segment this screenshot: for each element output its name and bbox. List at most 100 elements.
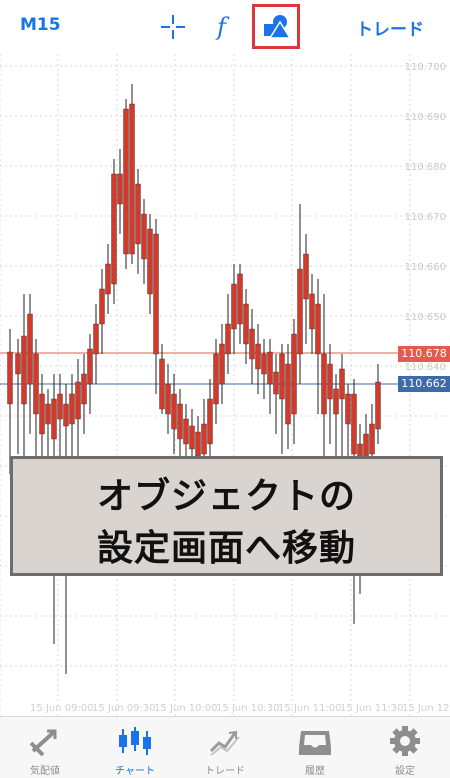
candle-body <box>15 353 21 375</box>
candle-body <box>21 335 27 405</box>
candle-body <box>165 383 171 415</box>
candle-body <box>141 213 147 260</box>
candle-body <box>87 348 93 385</box>
candle-body <box>351 393 357 455</box>
candle-body <box>309 293 315 330</box>
candle-body <box>129 103 135 255</box>
candle-body <box>273 371 279 395</box>
candle-body <box>261 353 267 375</box>
tab-chart[interactable]: チャート <box>90 717 180 778</box>
candle-body <box>57 393 63 420</box>
tab-quotes[interactable]: 気配値 <box>0 717 90 778</box>
candle-body <box>93 323 99 355</box>
svg-text:f: f <box>215 13 230 41</box>
candle-body <box>33 353 39 415</box>
candle-body <box>195 431 201 457</box>
candle-body <box>39 393 45 435</box>
function-icon[interactable]: f <box>214 11 238 45</box>
candle-body <box>81 373 87 405</box>
candle-body <box>255 343 261 370</box>
tab-label: 気配値 <box>30 766 60 777</box>
price-axis-label: 110.650 <box>405 312 446 323</box>
chart-icon <box>115 725 155 757</box>
candle-body <box>327 363 333 400</box>
tab-label: 設定 <box>395 766 415 777</box>
candle-body <box>153 233 159 355</box>
price-axis-label: 110.640 <box>405 362 446 373</box>
bottom-tab-bar: 気配値 チャート トレード 履歴 設定 <box>0 716 450 778</box>
candle-body <box>135 183 141 245</box>
bid-price-tag: 110.678 <box>398 346 450 362</box>
candle-body <box>285 363 291 425</box>
candle-body <box>225 323 231 355</box>
trade-icon <box>205 725 245 757</box>
candle-body <box>171 393 177 430</box>
price-axis-label: 110.690 <box>405 112 446 123</box>
time-axis-label: 15 Jun 10:30 <box>216 703 280 714</box>
price-axis-label: 110.670 <box>405 212 446 223</box>
candle-body <box>105 263 111 295</box>
candle-body <box>249 328 255 360</box>
settings-icon <box>385 725 425 757</box>
candle-body <box>369 423 375 455</box>
annotation-line-2: 設定画面へ移動 <box>96 528 356 569</box>
tab-label: 履歴 <box>305 766 325 777</box>
candle-body <box>147 228 153 295</box>
candle-body <box>375 381 381 430</box>
shapes-icon[interactable] <box>262 12 292 44</box>
candle-body <box>213 353 219 405</box>
candle-body <box>69 393 75 425</box>
tab-label: チャート <box>115 766 155 777</box>
candle-body <box>291 333 297 415</box>
candle-body <box>333 388 339 415</box>
price-axis-label: 110.660 <box>405 262 446 273</box>
price-axis-label: 110.680 <box>405 162 446 173</box>
candle-body <box>45 403 51 425</box>
candle-body <box>7 351 13 405</box>
trade-button[interactable]: トレード <box>356 15 424 40</box>
candle-body <box>345 393 351 425</box>
candle-body <box>207 398 213 445</box>
time-axis-label: 15 Jun 11:30 <box>340 703 404 714</box>
candle-body <box>159 358 165 410</box>
candle-body <box>27 313 33 385</box>
candle-body <box>123 108 129 255</box>
candle-body <box>99 288 105 325</box>
tab-settings[interactable]: 設定 <box>360 717 450 778</box>
annotation-banner: オブジェクトの 設定画面へ移動 <box>10 456 443 576</box>
candle-body <box>183 418 189 445</box>
time-axis-label: 15 Jun 09:30 <box>92 703 156 714</box>
crosshair-icon[interactable] <box>160 14 186 44</box>
top-toolbar: M15 f トレード <box>0 0 450 54</box>
candle-body <box>321 353 327 415</box>
candle-body <box>189 425 195 450</box>
candle-body <box>51 398 57 440</box>
candle-body <box>117 173 123 205</box>
price-chart[interactable]: 110.700 110.690 110.680 110.670 110.660 110.6… <box>0 54 450 716</box>
candle-body <box>219 343 225 385</box>
candle-body <box>63 403 69 427</box>
candle-body <box>231 283 237 330</box>
ask-price-tag: 110.662 <box>398 376 450 392</box>
time-axis-label: 15 Jun 10:00 <box>154 703 218 714</box>
time-axis-label: 15 Jun 11:00 <box>278 703 342 714</box>
quotes-icon <box>25 725 65 757</box>
candle-body <box>297 268 303 355</box>
candle-body <box>237 273 243 325</box>
time-axis-label: 15 Jun 09:00 <box>30 703 94 714</box>
candle-body <box>75 381 81 420</box>
history-icon <box>295 725 335 757</box>
timeframe-button[interactable]: M15 <box>20 15 61 35</box>
candle-body <box>243 303 249 345</box>
tab-history[interactable]: 履歴 <box>270 717 360 778</box>
candle-body <box>267 351 273 385</box>
candle-body <box>177 403 183 440</box>
annotation-line-1: オブジェクトの <box>96 476 356 517</box>
tab-label: トレード <box>205 766 245 777</box>
candle-body <box>111 173 117 285</box>
candle-body <box>315 303 321 355</box>
candle-body <box>339 368 345 400</box>
tab-trade[interactable]: トレード <box>180 717 270 778</box>
candle-body <box>279 353 285 400</box>
price-axis-label: 110.700 <box>405 62 446 73</box>
